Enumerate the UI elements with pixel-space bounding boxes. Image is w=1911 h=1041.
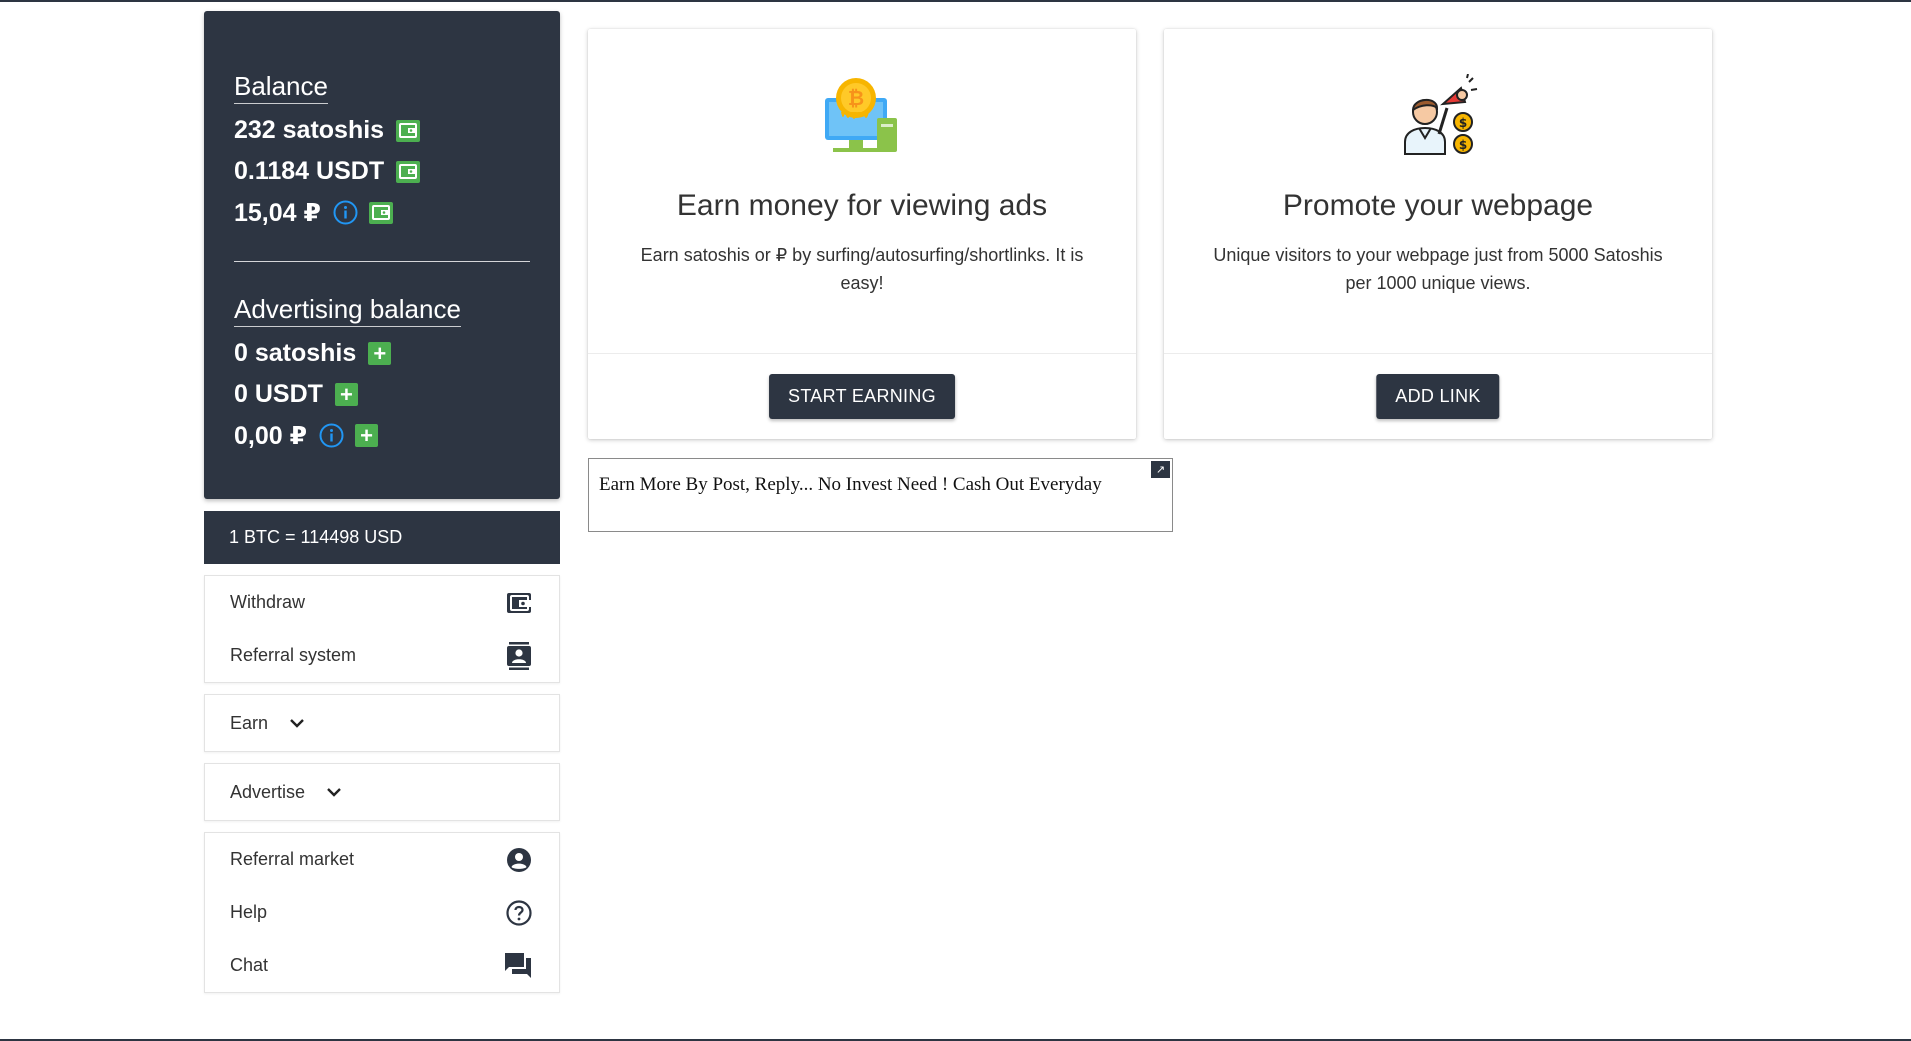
ad-balance-rub-value: 0,00 ₽	[234, 421, 307, 450]
card-description: Unique visitors to your webpage just fro…	[1213, 245, 1663, 293]
menu-dropdown-earn[interactable]: Earn	[205, 695, 559, 751]
menu-item-label: Advertise	[230, 781, 306, 802]
wallet-icon	[505, 589, 532, 616]
advertising-balance-heading[interactable]: Advertising balance	[234, 294, 461, 327]
earn-card: ₿ Earn money for viewing ads Earn satosh…	[588, 29, 1136, 439]
menu-item-label: Chat	[230, 955, 269, 975]
menu-item-withdraw[interactable]: Withdraw	[205, 576, 559, 629]
balance-heading[interactable]: Balance	[234, 71, 328, 104]
wallet-icon[interactable]	[396, 160, 421, 183]
bitcoin-monitor-icon: ₿	[819, 74, 905, 160]
ad-balance-satoshis: 0 satoshis +	[234, 333, 530, 374]
menu-item-label: Withdraw	[230, 592, 306, 612]
menu-item-help[interactable]: Help	[205, 886, 559, 939]
btc-rate: 1 BTC = 114498 USD	[204, 511, 560, 564]
menu-group-misc: Referral market Help Chat	[204, 832, 560, 993]
ad-text[interactable]: Earn More By Post, Reply... No Invest Ne…	[599, 474, 1102, 495]
ad-balance-rub: 0,00 ₽ +	[234, 415, 530, 456]
menu-item-referral-system[interactable]: Referral system	[205, 629, 559, 682]
menu-item-label: Help	[230, 902, 268, 922]
menu-item-referral-market[interactable]: Referral market	[205, 833, 559, 886]
card-divider	[588, 353, 1136, 354]
menu-group-advertise: Advertise	[204, 763, 560, 821]
info-icon[interactable]	[319, 423, 344, 448]
wallet-icon[interactable]	[396, 119, 421, 142]
add-link-button[interactable]: ADD LINK	[1376, 374, 1500, 419]
balance-rub-value: 15,04 ₽	[234, 198, 321, 227]
external-link-icon[interactable]: ↗	[1151, 461, 1170, 478]
top-border	[0, 0, 1911, 2]
ad-balance-satoshis-value: 0 satoshis	[234, 339, 357, 367]
svg-text:$: $	[1459, 138, 1467, 152]
menu-item-label: Referral system	[230, 645, 357, 665]
balance-card: Balance 232 satoshis 0.1184 USDT 15,04 ₽…	[204, 11, 560, 499]
plus-icon[interactable]: +	[368, 342, 392, 365]
plus-icon[interactable]: +	[355, 424, 378, 447]
megaphone-person-icon: $ $	[1395, 73, 1481, 160]
balance-satoshis: 232 satoshis	[234, 110, 530, 151]
menu-dropdown-advertise[interactable]: Advertise	[205, 764, 559, 820]
chat-icon	[505, 952, 532, 979]
start-earning-button[interactable]: START EARNING	[769, 374, 955, 419]
chevron-down-icon	[288, 714, 306, 732]
card-description: Earn satoshis or ₽ by surfing/autosurfin…	[640, 245, 1084, 293]
ad-balance-usdt: 0 USDT +	[234, 374, 530, 415]
card-divider	[1164, 353, 1712, 354]
svg-text:$: $	[1459, 116, 1467, 130]
balance-divider	[234, 261, 530, 262]
menu-group-account: Withdraw Referral system	[204, 575, 560, 683]
chevron-down-icon	[325, 783, 343, 801]
wallet-icon[interactable]	[368, 201, 393, 224]
balance-usdt: 0.1184 USDT	[234, 151, 530, 192]
promote-card: $ $ Promote your webpage Unique visitors…	[1164, 29, 1712, 439]
balance-satoshis-value: 232 satoshis	[234, 116, 385, 144]
menu-group-earn: Earn	[204, 694, 560, 752]
ad-balance-usdt-value: 0 USDT	[234, 380, 323, 408]
menu-item-label: Earn	[230, 712, 269, 733]
contacts-icon	[505, 641, 532, 670]
info-icon[interactable]	[333, 200, 358, 225]
sidebar: Balance 232 satoshis 0.1184 USDT 15,04 ₽…	[204, 11, 560, 993]
balance-usdt-value: 0.1184 USDT	[234, 157, 385, 185]
menu-item-label: Referral market	[230, 849, 355, 869]
balance-rub: 15,04 ₽	[234, 192, 530, 233]
menu-item-chat[interactable]: Chat	[205, 939, 559, 992]
plus-icon[interactable]: +	[334, 383, 358, 406]
text-ad-banner[interactable]: Earn More By Post, Reply... No Invest Ne…	[588, 458, 1173, 532]
help-circle-icon	[505, 899, 532, 926]
svg-text:₿: ₿	[848, 86, 864, 110]
card-title: Earn money for viewing ads	[676, 189, 1048, 222]
card-title: Promote your webpage	[1282, 189, 1594, 222]
account-circle-icon	[505, 846, 532, 873]
